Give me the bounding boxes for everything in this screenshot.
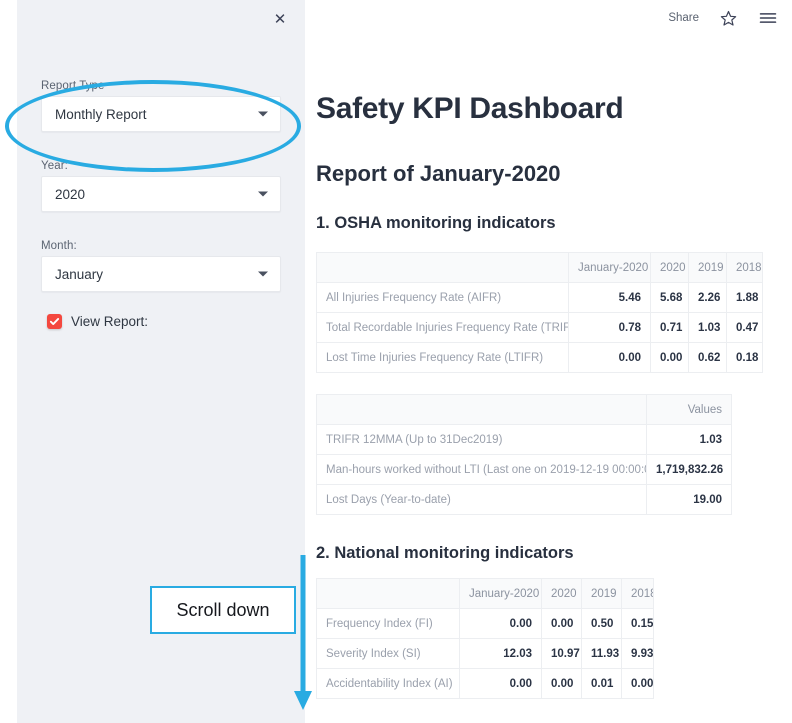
close-icon[interactable]: ✕ (267, 6, 293, 32)
row-label: Man-hours worked without LTI (Last one o… (316, 454, 647, 485)
cell-value: 0.00 (459, 668, 542, 699)
row-label: Total Recordable Injuries Frequency Rate… (316, 312, 569, 343)
table-row: TRIFR 12MMA (Up to 31Dec2019) 1.03 (316, 424, 732, 455)
table-col-header: 2018 (621, 578, 654, 609)
table-row: Accidentability Index (AI) 0.00 0.00 0.0… (316, 668, 654, 699)
row-label: Accidentability Index (AI) (316, 668, 460, 699)
share-button[interactable]: Share (668, 12, 699, 24)
table-col-header: 2019 (688, 252, 727, 283)
row-label: All Injuries Frequency Rate (AIFR) (316, 282, 569, 313)
year-select[interactable]: 2020 (41, 176, 281, 212)
cell-value: 11.93 (581, 638, 622, 669)
row-label: TRIFR 12MMA (Up to 31Dec2019) (316, 424, 647, 455)
view-report-row: View Report: (47, 314, 305, 329)
cell-value: 0.00 (459, 608, 542, 639)
cell-value: 1.88 (726, 282, 763, 313)
row-label: Severity Index (SI) (316, 638, 460, 669)
cell-value: 0.15 (621, 608, 654, 639)
cell-value: 0.00 (621, 668, 654, 699)
table-header-row: Values (316, 394, 732, 425)
cell-value: 0.18 (726, 342, 763, 373)
star-icon[interactable] (719, 9, 738, 28)
table-row: All Injuries Frequency Rate (AIFR) 5.46 … (316, 282, 763, 313)
chevron-down-icon (258, 111, 268, 117)
cell-value: 1.03 (688, 312, 727, 343)
chevron-down-icon (258, 191, 268, 197)
cell-value: 19.00 (646, 484, 732, 515)
table-row: Lost Days (Year-to-date) 19.00 (316, 484, 732, 515)
cell-value: 0.00 (541, 668, 582, 699)
chevron-down-icon (258, 271, 268, 277)
osha-indicators-table: January-2020 2020 2019 2018 All Injuries… (316, 252, 763, 373)
month-select[interactable]: January (41, 256, 281, 292)
report-main-panel: Share Safety KPI Dashboard Report of Jan… (305, 0, 792, 723)
section-heading-national: 2. National monitoring indicators (316, 544, 574, 562)
cell-value: 10.97 (541, 638, 582, 669)
cell-value: 0.00 (541, 608, 582, 639)
top-toolbar: Share (668, 8, 778, 28)
hamburger-menu-icon[interactable] (758, 8, 778, 28)
report-type-select[interactable]: Monthly Report (41, 96, 281, 132)
month-label: Month: (41, 240, 77, 252)
section-heading-osha: 1. OSHA monitoring indicators (316, 214, 556, 232)
cell-value: 12.03 (459, 638, 542, 669)
annotation-scroll-down-box: Scroll down (150, 586, 296, 634)
table-col-header: 2019 (581, 578, 622, 609)
table-row: Total Recordable Injuries Frequency Rate… (316, 312, 763, 343)
cell-value: 5.46 (568, 282, 651, 313)
cell-value: 0.47 (726, 312, 763, 343)
page-title: Safety KPI Dashboard (316, 92, 624, 125)
app-root: ✕ Report Type Monthly Report Year: 2020 … (0, 0, 792, 723)
report-type-label: Report Type (41, 80, 105, 92)
table-col-header (316, 578, 460, 609)
table-col-header: 2018 (726, 252, 763, 283)
cell-value: 9.93 (621, 638, 654, 669)
table-col-header: January-2020 (568, 252, 651, 283)
year-value: 2020 (55, 186, 86, 202)
table-header-row: January-2020 2020 2019 2018 (316, 578, 654, 609)
cell-value: 5.68 (650, 282, 689, 313)
table-col-header: Values (646, 394, 732, 425)
cell-value: 0.50 (581, 608, 622, 639)
table-col-header: January-2020 (459, 578, 542, 609)
month-value: January (55, 266, 104, 282)
table-col-header: 2020 (650, 252, 689, 283)
cell-value: 0.62 (688, 342, 727, 373)
table-row: Frequency Index (FI) 0.00 0.00 0.50 0.15 (316, 608, 654, 639)
cell-value: 0.00 (650, 342, 689, 373)
table-header-row: January-2020 2020 2019 2018 (316, 252, 763, 283)
cell-value: 0.01 (581, 668, 622, 699)
summary-values-table: Values TRIFR 12MMA (Up to 31Dec2019) 1.0… (316, 394, 732, 515)
row-label: Lost Days (Year-to-date) (316, 484, 647, 515)
row-label: Lost Time Injuries Frequency Rate (LTIFR… (316, 342, 569, 373)
report-type-value: Monthly Report (55, 106, 147, 122)
table-row: Lost Time Injuries Frequency Rate (LTIFR… (316, 342, 763, 373)
report-subtitle: Report of January-2020 (316, 161, 561, 186)
national-indicators-table: January-2020 2020 2019 2018 Frequency In… (316, 578, 654, 699)
view-report-label: View Report: (71, 314, 149, 329)
sidebar-left-rail (0, 0, 17, 723)
cell-value: 0.00 (568, 342, 651, 373)
cell-value: 1.03 (646, 424, 732, 455)
year-label: Year: (41, 160, 68, 172)
table-col-header (316, 252, 569, 283)
table-row: Severity Index (SI) 12.03 10.97 11.93 9.… (316, 638, 654, 669)
cell-value: 0.71 (650, 312, 689, 343)
table-col-header (316, 394, 647, 425)
view-report-checkbox[interactable] (47, 314, 62, 329)
cell-value: 0.78 (568, 312, 651, 343)
table-row: Man-hours worked without LTI (Last one o… (316, 454, 732, 485)
row-label: Frequency Index (FI) (316, 608, 460, 639)
cell-value: 2.26 (688, 282, 727, 313)
annotation-scroll-down-label: Scroll down (176, 599, 270, 620)
table-col-header: 2020 (541, 578, 582, 609)
cell-value: 1,719,832.26 (646, 454, 732, 485)
